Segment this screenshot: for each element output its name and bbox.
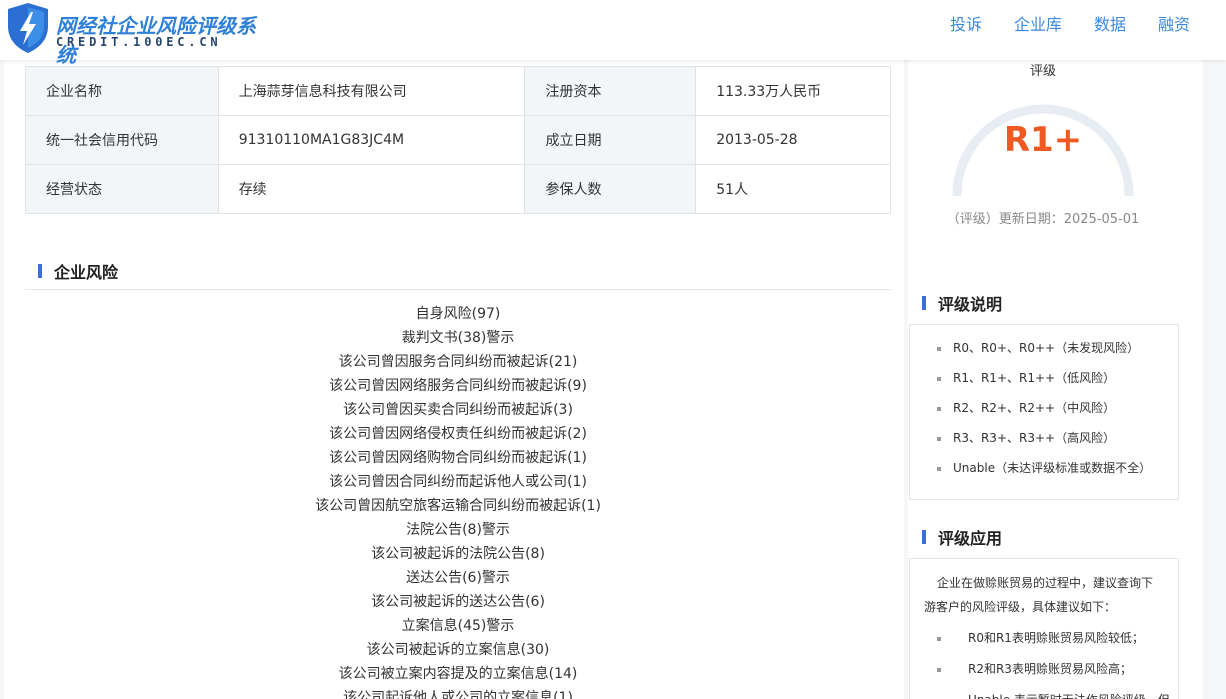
list-item: 裁判文书(38)警示 xyxy=(401,330,515,346)
legend-item-text: Unable（未达评级标准或数据不全） xyxy=(953,461,1152,475)
credit-code-value: 91310110MA1G83JC4M xyxy=(217,115,526,165)
registered-capital-value: 113.33万人民币 xyxy=(695,66,891,116)
credit-code-label: 统一社会信用代码 xyxy=(25,115,219,165)
section-divider xyxy=(25,289,891,290)
list-item: R2和R3表明赊账贸易风险高； xyxy=(910,654,1178,685)
rating-value: R1+ xyxy=(1003,120,1083,160)
side-panel: 评级 R1+ （评级）更新日期：2025-05-01 评级说明 R0、R0+、R… xyxy=(908,58,1203,699)
company-info-table: 企业名称 上海蒜芽信息科技有限公司 注册资本 113.33万人民币 统一社会信用… xyxy=(25,66,891,214)
list-item: 该公司曾因网络购物合同纠纷而被起诉(1) xyxy=(329,450,587,466)
list-item: 该公司曾因网络侵权责任纠纷而被起诉(2) xyxy=(329,426,587,442)
rating-label: 评级 xyxy=(1029,64,1056,79)
legend-item-text: R2、R2+、R2++（中风险） xyxy=(953,401,1116,415)
legend-item-text: R3、R3+、R3++（高风险） xyxy=(953,431,1116,445)
legend-section-title: 评级说明 xyxy=(922,291,1002,315)
risk-title-text: 企业风险 xyxy=(54,263,119,282)
nav-complaint[interactable]: 投诉 xyxy=(950,11,982,35)
insured-count-value: 51人 xyxy=(695,164,891,214)
logo-subtitle: CREDIT.100EC.CN xyxy=(56,35,222,49)
list-item: 该公司曾因买卖合同纠纷而被起诉(3) xyxy=(343,402,573,418)
table-row: 企业名称 上海蒜芽信息科技有限公司 注册资本 113.33万人民币 xyxy=(25,66,891,116)
site-logo[interactable]: 网经社企业风险评级系统 CREDIT.100EC.CN xyxy=(6,2,266,67)
list-item: R2、R2+、R2++（中风险） xyxy=(910,393,1178,423)
nav-data[interactable]: 数据 xyxy=(1094,11,1126,35)
rating-update-date: （评级）更新日期：2025-05-01 xyxy=(946,212,1140,227)
founding-date-label: 成立日期 xyxy=(524,115,697,165)
section-bar xyxy=(38,264,42,278)
nav-financing[interactable]: 融资 xyxy=(1158,11,1190,35)
insured-count-label: 参保人数 xyxy=(524,164,697,214)
application-section-title: 评级应用 xyxy=(922,525,1002,549)
list-item: 该公司曾因航空旅客运输合同纠纷而被起诉(1) xyxy=(315,498,601,514)
list-item: R0、R0+、R0++（未发现风险） xyxy=(910,333,1178,363)
business-status-label: 经营状态 xyxy=(25,164,219,214)
list-item: Unable（未达评级标准或数据不全） xyxy=(910,453,1178,483)
list-item: 该公司曾因合同纠纷而起诉他人或公司(1) xyxy=(329,474,587,490)
list-item: R1、R1+、R1++（低风险） xyxy=(910,363,1178,393)
application-intro: 企业在做赊账贸易的过程中，建议查询下游客户的风险评级，具体建议如下： xyxy=(924,576,1154,614)
table-row: 统一社会信用代码 91310110MA1G83JC4M 成立日期 2013-05… xyxy=(25,115,891,165)
table-row: 经营状态 存续 参保人数 51人 xyxy=(25,164,891,214)
section-bar xyxy=(922,530,926,544)
application-list: R0和R1表明赊账贸易风险较低；R2和R3表明赊账贸易风险高；Unable 表示… xyxy=(910,619,1178,699)
list-item: 该公司曾因网络服务合同纠纷而被起诉(9) xyxy=(329,378,587,394)
list-item: Unable 表示暂时无法作风险评级，但 xyxy=(910,685,1178,699)
list-item: 法院公告(8)警示 xyxy=(406,522,510,538)
list-item: 该公司被起诉的法院公告(8) xyxy=(371,546,545,562)
rating-legend-box: R0、R0+、R0++（未发现风险） R1、R1+、R1++（低风险） R2、R2+… xyxy=(909,324,1179,500)
legend-title-text: 评级说明 xyxy=(938,295,1003,314)
list-item: 该公司被起诉的送达公告(6) xyxy=(371,594,545,610)
list-item: R3、R3+、R3++（高风险） xyxy=(910,423,1178,453)
main-panel: 企业名称 上海蒜芽信息科技有限公司 注册资本 113.33万人民币 统一社会信用… xyxy=(4,58,904,699)
risk-section-title: 企业风险 xyxy=(38,259,118,283)
shield-logo-icon xyxy=(8,3,48,53)
list-item: 该公司被立案内容提及的立案信息(14) xyxy=(338,666,578,682)
list-item: 该公司起诉他人或公司的立案信息(1) xyxy=(343,690,573,699)
nav-company-library[interactable]: 企业库 xyxy=(1014,11,1062,35)
application-title-text: 评级应用 xyxy=(938,529,1003,548)
list-item: 送达公告(6)警示 xyxy=(406,570,510,586)
founding-date-value: 2013-05-28 xyxy=(695,115,891,165)
top-header: 网经社企业风险评级系统 CREDIT.100EC.CN 投诉 企业库 数据 融资 xyxy=(0,0,1226,67)
legend-item-text: R1、R1+、R1++（低风险） xyxy=(953,371,1116,385)
list-item: 自身风险(97) xyxy=(415,306,501,322)
risk-list: 自身风险(97) 裁判文书(38)警示该公司曾因服务合同纠纷而被起诉(21) 该公司… xyxy=(25,302,891,699)
list-item: 立案信息(45)警示 xyxy=(401,618,515,634)
rating-application-box: 企业在做赊账贸易的过程中，建议查询下游客户的风险评级，具体建议如下： R0和R1… xyxy=(909,558,1179,699)
legend-item-text: R0、R0+、R0++（未发现风险） xyxy=(953,341,1140,355)
company-name-label: 企业名称 xyxy=(25,66,219,116)
business-status-value: 存续 xyxy=(217,164,526,214)
registered-capital-label: 注册资本 xyxy=(524,66,697,116)
list-item: 该公司曾因服务合同纠纷而被起诉(21) xyxy=(338,354,578,370)
company-name-value: 上海蒜芽信息科技有限公司 xyxy=(217,66,526,116)
list-item: 该公司被起诉的立案信息(30) xyxy=(366,642,550,658)
rating-legend-list: R0、R0+、R0++（未发现风险） R1、R1+、R1++（低风险） R2、R2+… xyxy=(910,325,1178,483)
list-item: R0和R1表明赊账贸易风险较低； xyxy=(910,623,1178,654)
section-bar xyxy=(922,296,926,310)
main-nav: 投诉 企业库 数据 融资 xyxy=(918,0,1190,46)
